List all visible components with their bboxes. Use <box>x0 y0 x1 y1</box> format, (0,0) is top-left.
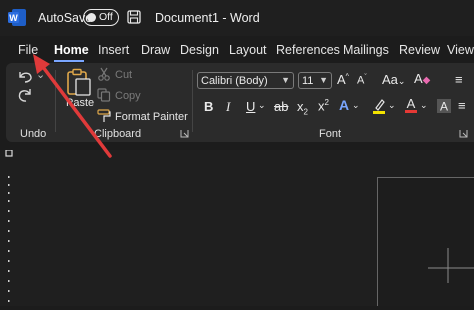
italic-icon[interactable]: I <box>226 99 230 115</box>
svg-text:A: A <box>440 100 448 114</box>
chevron-down-icon: ▼ <box>319 75 328 85</box>
clipboard-group-label: Clipboard <box>94 128 142 140</box>
tab-references[interactable]: References <box>276 43 340 57</box>
active-tab-indicator <box>54 60 84 62</box>
ruler-marks <box>5 149 13 302</box>
clear-formatting-icon[interactable]: A◆ <box>414 71 430 86</box>
save-icon[interactable] <box>127 10 141 24</box>
copy-label[interactable]: Copy <box>115 90 141 102</box>
character-shading-icon[interactable]: A <box>436 98 452 114</box>
chevron-down-icon: ▼ <box>281 75 290 85</box>
document-page[interactable] <box>377 177 474 306</box>
autosave-toggle[interactable]: Off <box>83 9 119 26</box>
dialog-launcher-icon[interactable] <box>180 129 189 138</box>
paste-icon[interactable] <box>66 68 92 96</box>
subscript-icon[interactable]: x2 <box>297 99 308 117</box>
strikethrough-icon[interactable]: ab <box>274 99 288 114</box>
grow-font-icon[interactable]: A^ <box>337 72 349 87</box>
tab-review[interactable]: Review <box>399 43 440 57</box>
undo-dropdown-icon[interactable]: ⌄ <box>36 68 45 81</box>
tab-design[interactable]: Design <box>180 43 219 57</box>
autosave-state: Off <box>99 11 113 23</box>
font-color-dropdown-icon[interactable]: ⌄ <box>420 100 428 111</box>
cut-icon[interactable] <box>97 67 111 81</box>
undo-icon[interactable] <box>16 68 34 84</box>
toggle-knob <box>87 12 96 22</box>
svg-text:A: A <box>407 97 416 111</box>
tab-home[interactable]: Home <box>54 43 89 57</box>
tab-layout[interactable]: Layout <box>229 43 267 57</box>
copy-icon[interactable] <box>97 88 111 102</box>
bullets-icon[interactable]: ≡ <box>455 72 463 87</box>
tab-draw[interactable]: Draw <box>141 43 170 57</box>
document-title: Document1 - Word <box>155 11 260 25</box>
font-dialog-launcher-icon[interactable] <box>459 129 468 138</box>
font-name-value: Calibri (Body) <box>201 75 268 87</box>
font-name-select[interactable]: Calibri (Body) ▼ <box>197 72 294 89</box>
title-bar: W AutoSave Off Document1 - Word <box>0 0 474 36</box>
text-effects-icon[interactable]: A <box>339 97 349 113</box>
vertical-ruler <box>0 149 16 306</box>
font-size-select[interactable]: 11 ▼ <box>298 72 332 89</box>
undo-group-label: Undo <box>20 128 47 140</box>
group-divider <box>192 70 193 132</box>
svg-text:W: W <box>9 13 18 23</box>
page-margin-corner <box>428 248 474 283</box>
superscript-icon[interactable]: x2 <box>318 98 329 113</box>
align-icon[interactable]: ≡ <box>458 98 466 113</box>
font-size-value: 11 <box>302 75 314 87</box>
tab-file[interactable]: File <box>18 43 38 57</box>
ribbon-tabs: File Home Insert Draw Design Layout Refe… <box>0 38 474 60</box>
highlight-dropdown-icon[interactable]: ⌄ <box>388 100 396 111</box>
text-effects-dropdown-icon[interactable]: ⌄ <box>352 100 360 111</box>
format-painter-icon[interactable] <box>97 109 111 123</box>
shrink-font-icon[interactable]: Aˇ <box>357 74 367 87</box>
redo-icon[interactable] <box>16 87 34 103</box>
tab-view[interactable]: View <box>447 43 474 57</box>
underline-icon[interactable]: U <box>246 99 255 114</box>
change-case-icon[interactable]: Aa⌄ <box>382 72 405 87</box>
word-app-icon: W <box>8 9 26 26</box>
font-group-label: Font <box>319 128 342 140</box>
format-painter-label[interactable]: Format Painter <box>115 111 188 123</box>
underline-dropdown-icon[interactable]: ⌄ <box>258 100 266 111</box>
paste-label[interactable]: Paste <box>66 97 94 109</box>
group-divider <box>55 70 56 132</box>
cut-label[interactable]: Cut <box>115 69 132 81</box>
font-color-icon[interactable]: A <box>404 97 418 114</box>
tab-mailings[interactable]: Mailings <box>343 43 389 57</box>
tab-insert[interactable]: Insert <box>98 43 129 57</box>
highlight-icon[interactable] <box>372 98 386 114</box>
bold-icon[interactable]: B <box>204 99 213 114</box>
